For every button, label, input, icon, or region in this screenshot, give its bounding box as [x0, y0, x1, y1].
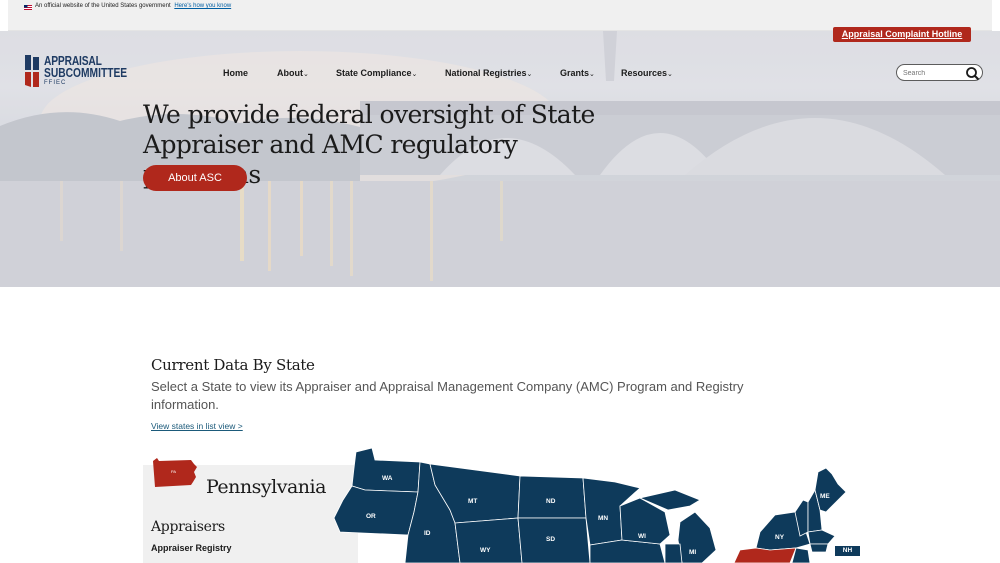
us-state-map: WA OR ID MT WY ND SD MN WI MI NY ME	[333, 447, 847, 563]
nav-grants-label: Grants	[560, 68, 590, 78]
nav-resources-label: Resources	[621, 68, 668, 78]
nav-home-label: Home	[223, 68, 249, 78]
nav-national-registries[interactable]: National Registries⌄	[445, 68, 532, 78]
view-states-list-link[interactable]: View states in list view >	[151, 421, 243, 431]
map-label-me: ME	[820, 493, 830, 500]
state-me[interactable]	[814, 467, 847, 513]
state-il[interactable]	[664, 543, 683, 563]
asc-logo-mark	[25, 55, 39, 87]
gov-banner-text: An official website of the United States…	[35, 3, 231, 9]
logo-text-line2: SUBCOMMITTEE	[44, 66, 128, 80]
search-icon[interactable]	[965, 66, 980, 81]
map-label-nh[interactable]: NH	[835, 546, 860, 556]
about-asc-button[interactable]: About ASC	[143, 165, 247, 191]
current-data-description: Select a State to view its Appraiser and…	[151, 379, 744, 412]
gov-banner-label: An official website of the United States…	[35, 3, 171, 9]
nav-about-label: About	[277, 68, 303, 78]
asc-logo[interactable]: APPRAISAL SUBCOMMITTEE FFIEC	[24, 55, 128, 87]
chevron-down-icon: ⌄	[589, 71, 595, 78]
logo-text-line3: FFIEC	[44, 80, 67, 86]
heres-how-you-know-link[interactable]: Here's how you know	[174, 3, 231, 9]
map-label-wa: WA	[382, 475, 393, 482]
state-ma[interactable]	[807, 529, 836, 545]
state-mi[interactable]	[677, 511, 717, 563]
search-box	[896, 64, 983, 81]
map-label-or: OR	[366, 513, 376, 520]
map-label-wi: WI	[638, 533, 646, 540]
map-label-mi: MI	[689, 549, 696, 556]
current-data-title: Current Data By State	[151, 356, 315, 374]
chevron-down-icon: ⌄	[667, 71, 673, 78]
nav-state-compliance[interactable]: State Compliance⌄	[336, 68, 417, 78]
state-pa[interactable]	[733, 547, 797, 563]
state-ct[interactable]	[809, 543, 829, 553]
map-label-sd: SD	[546, 536, 555, 543]
nav-about[interactable]: About⌄	[277, 68, 309, 78]
map-label-ny: NY	[775, 534, 785, 541]
map-label-id: ID	[424, 530, 431, 537]
map-label-mn: MN	[598, 515, 608, 522]
chevron-down-icon: ⌄	[526, 71, 533, 78]
nav-resources[interactable]: Resources⌄	[621, 68, 673, 78]
search-input[interactable]	[903, 67, 963, 79]
map-label-wy: WY	[480, 547, 491, 554]
nav-grants[interactable]: Grants⌄	[560, 68, 595, 78]
nav-home[interactable]: Home	[223, 68, 248, 78]
appraisal-complaint-hotline-button[interactable]: Appraisal Complaint Hotline	[833, 27, 971, 42]
state-nd[interactable]	[517, 475, 587, 519]
nav-state-compliance-label: State Compliance	[336, 68, 412, 78]
chevron-down-icon: ⌄	[303, 71, 309, 78]
nav-national-registries-label: National Registries	[445, 68, 527, 78]
map-label-nd: ND	[546, 498, 556, 505]
state-wy[interactable]	[454, 517, 523, 563]
us-flag-icon	[24, 5, 32, 10]
chevron-down-icon: ⌄	[411, 71, 418, 78]
state-wa[interactable]	[351, 447, 421, 493]
map-label-mt: MT	[468, 498, 477, 505]
state-or[interactable]	[333, 485, 419, 536]
